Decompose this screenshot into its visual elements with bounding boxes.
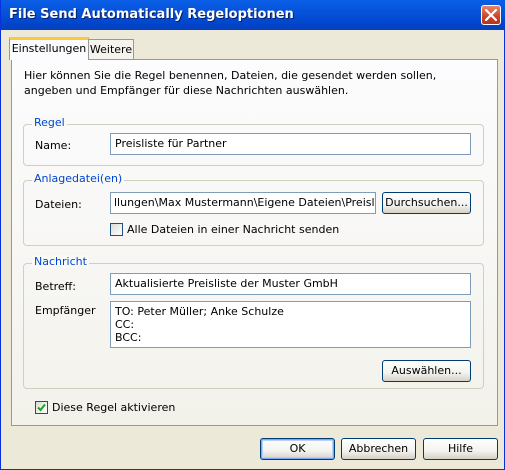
name-label: Name: xyxy=(35,139,72,152)
activate-rule-checkbox[interactable] xyxy=(35,401,48,414)
title-bar[interactable]: File Send Automatically Regeloptionen xyxy=(1,0,505,30)
group-label-regel: Regel xyxy=(32,116,67,129)
dialog-window: File Send Automatically Regeloptionen Ei… xyxy=(0,0,505,470)
dateien-input[interactable]: llungen\Max Mustermann\Eigene Dateien\Pr… xyxy=(110,192,376,214)
recipients-cc: CC: xyxy=(115,318,135,331)
tab-einstellungen[interactable]: Einstellungen xyxy=(9,37,89,60)
ok-button[interactable]: OK xyxy=(260,438,335,460)
window-title: File Send Automatically Regeloptionen xyxy=(9,7,294,22)
recipients-bcc: BCC: xyxy=(115,331,142,344)
select-recipients-button[interactable]: Auswählen... xyxy=(382,360,471,382)
betreff-label: Betreff: xyxy=(35,280,76,293)
browse-button[interactable]: Durchsuchen... xyxy=(382,192,471,214)
empfaenger-label: Empfänger xyxy=(35,304,96,317)
all-files-label: Alle Dateien in einer Nachricht senden xyxy=(127,223,340,236)
help-button[interactable]: Hilfe xyxy=(423,438,498,460)
checkmark-icon xyxy=(37,403,46,412)
group-label-nachricht: Nachricht xyxy=(32,255,89,268)
tab-weitere[interactable]: Weitere xyxy=(88,39,134,59)
cancel-button[interactable]: Abbrechen xyxy=(341,438,416,460)
activate-rule-label: Diese Regel aktivieren xyxy=(52,401,176,414)
description-text: Hier können Sie die Regel benennen, Date… xyxy=(24,69,437,97)
close-button[interactable] xyxy=(481,5,501,25)
recipients-to: TO: Peter Müller; Anke Schulze xyxy=(115,305,284,318)
name-input[interactable]: Preisliste für Partner xyxy=(110,133,471,155)
betreff-input[interactable]: Aktualisierte Preisliste der Muster GmbH xyxy=(110,273,471,295)
dateien-label: Dateien: xyxy=(35,198,82,211)
all-files-checkbox[interactable] xyxy=(110,223,123,236)
close-icon xyxy=(485,9,497,21)
group-label-anlagedateien: Anlagedatei(en) xyxy=(32,172,125,185)
recipients-field[interactable]: TO: Peter Müller; Anke Schulze CC: BCC: xyxy=(110,301,471,348)
